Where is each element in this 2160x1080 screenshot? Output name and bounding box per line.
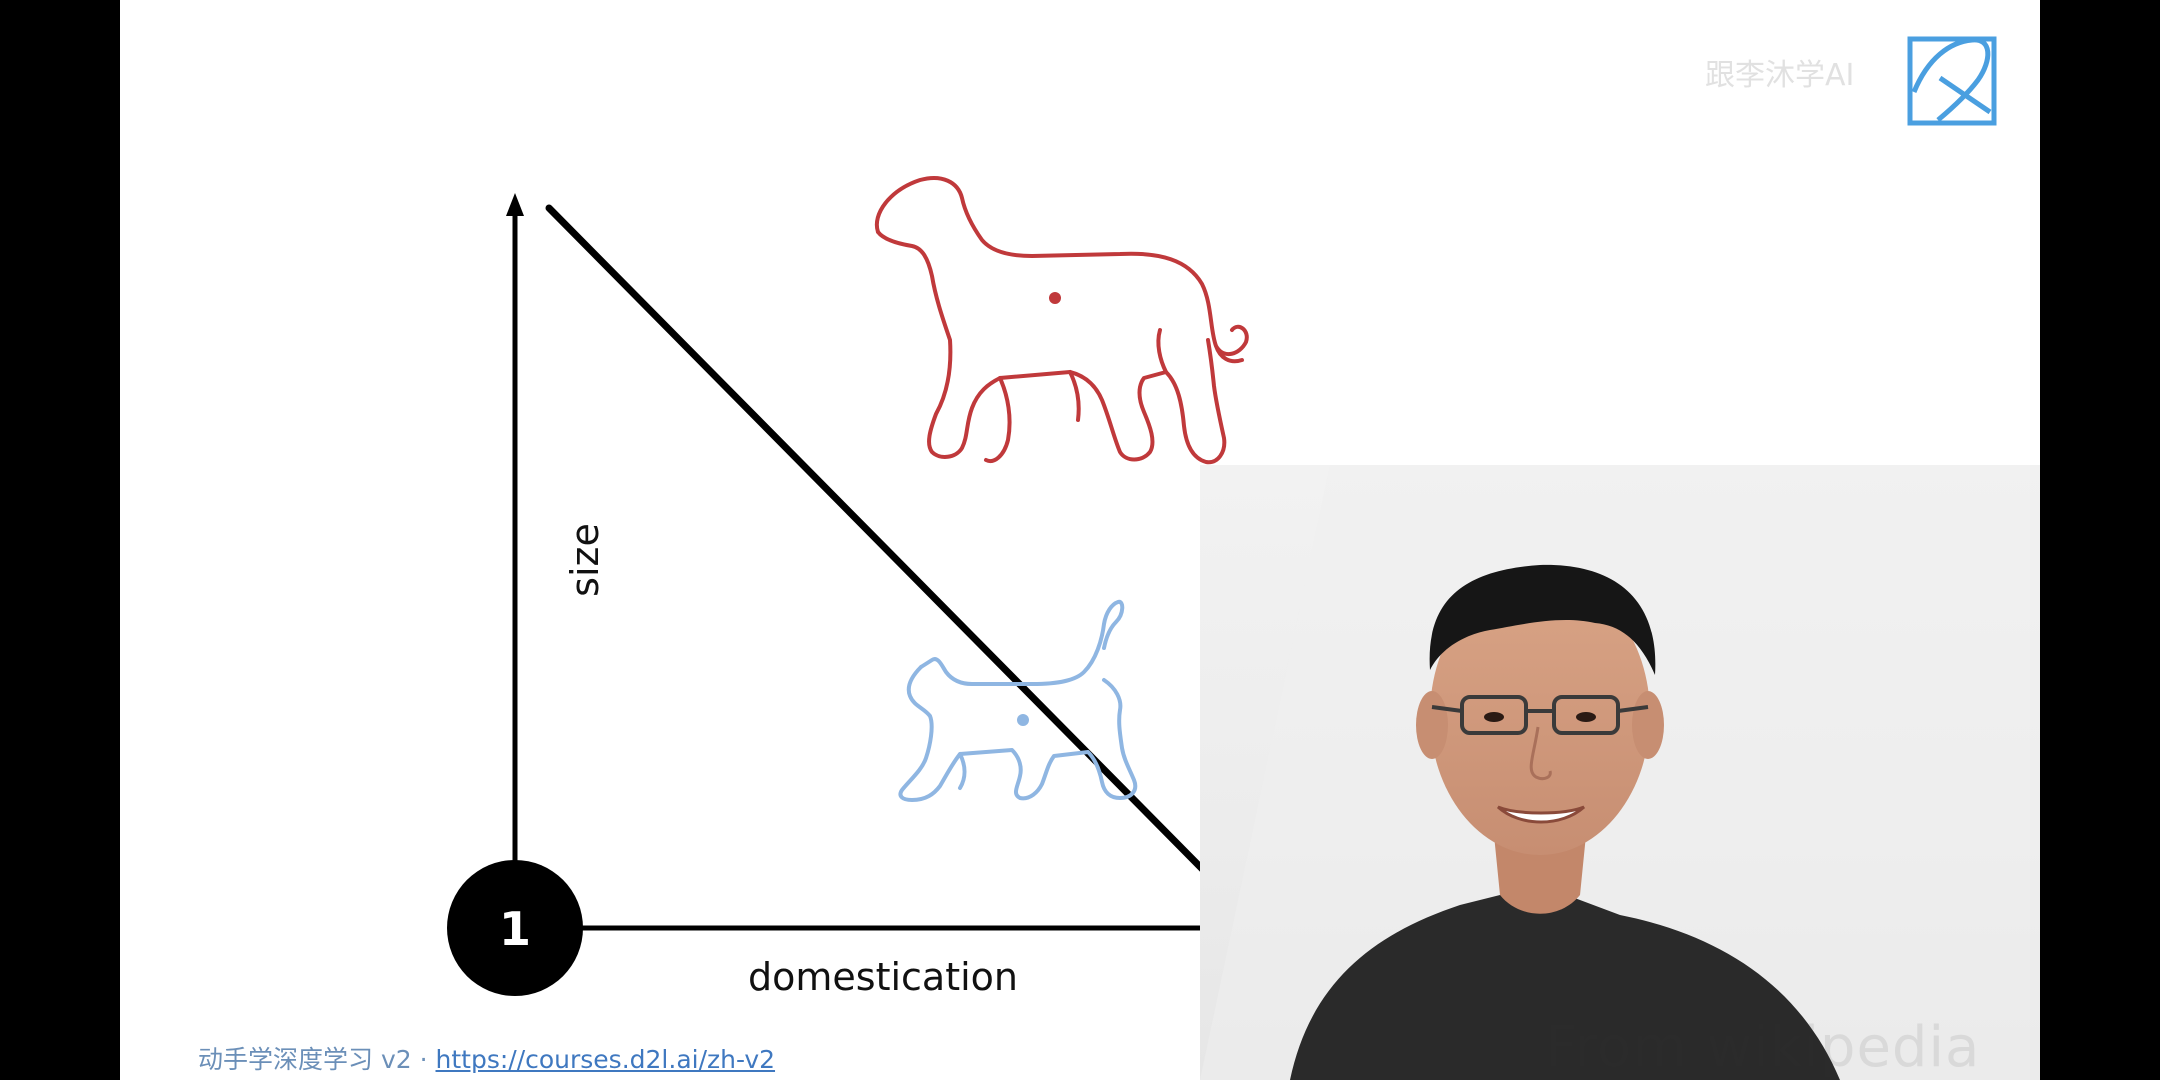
x-axis-label: domestication	[748, 955, 1018, 999]
d2l-logo-icon	[1907, 36, 1997, 126]
y-axis-arrow	[506, 193, 524, 216]
brand-watermark: 跟李沐学AI	[1705, 58, 1855, 93]
step-badge: 1	[447, 860, 583, 996]
course-link[interactable]: https://courses.d2l.ai/zh-v2	[436, 1045, 776, 1074]
course-footer: 动手学深度学习 v2 · https://courses.d2l.ai/zh-v…	[198, 1040, 775, 1076]
presenter-video-panel	[1200, 465, 2040, 1080]
y-axis-label: size	[563, 523, 607, 597]
dog-icon	[874, 176, 1249, 465]
caption-overlay: From wikipedia	[1545, 1015, 1981, 1080]
step-badge-number: 1	[499, 902, 531, 956]
presenter-figure	[1200, 465, 2040, 1080]
cat-icon	[898, 599, 1138, 802]
video-frame: size domestication 1 跟李沐学AI From wikiped…	[120, 0, 2040, 1080]
video-player[interactable]: size domestication 1 跟李沐学AI From wikiped…	[0, 0, 2160, 1080]
decision-boundary-line	[545, 204, 1230, 897]
cat-data-point	[1017, 714, 1029, 726]
course-title: 动手学深度学习 v2 ·	[198, 1045, 436, 1074]
dog-data-point	[1049, 292, 1061, 304]
